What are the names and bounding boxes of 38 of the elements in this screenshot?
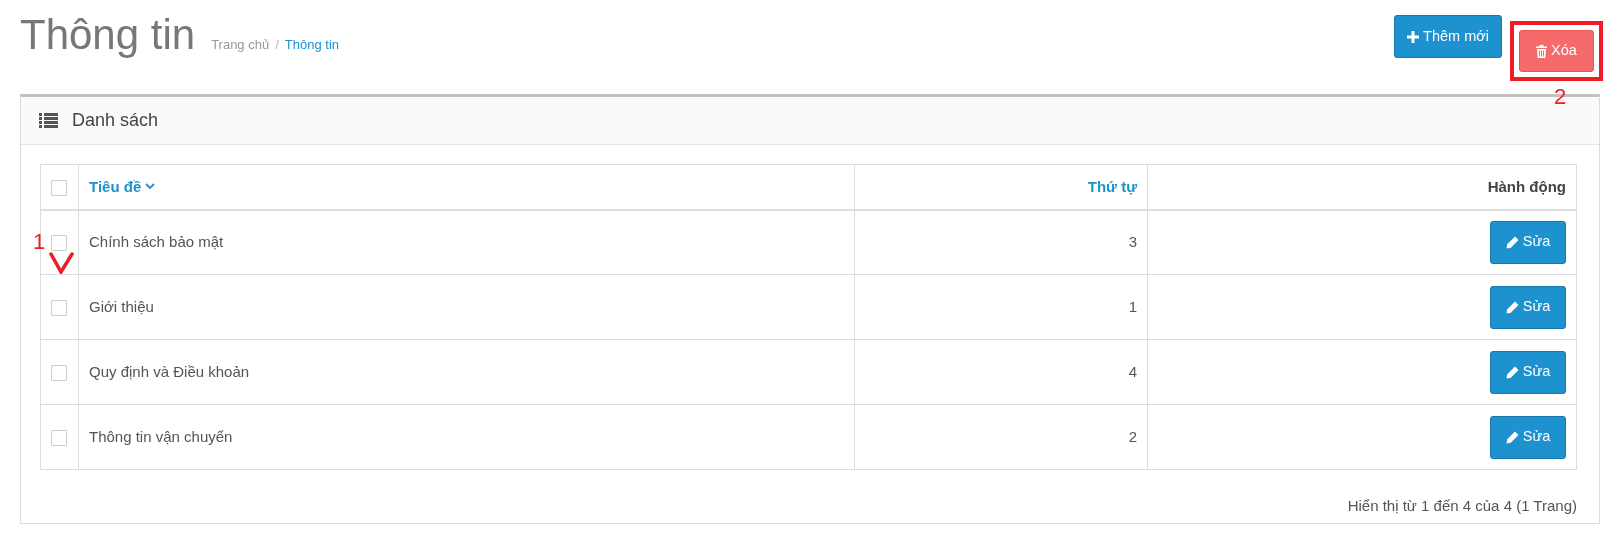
column-sort-link[interactable]: Tiêu đề [89,175,156,198]
edit-button[interactable]: Sửa [1490,220,1566,264]
row-title: Chính sách bảo mật [89,233,224,250]
breadcrumb-current: Thông tin [284,36,339,54]
annotation-number: 2 [1554,86,1567,108]
row-checkbox[interactable] [51,429,67,446]
list-icon [39,113,58,128]
row-checkbox[interactable] [51,364,67,381]
pagination-info: Hiển thị từ 1 đến 4 của 4 (1 Trang) [1347,497,1577,514]
edit-button[interactable]: Sửa [1490,285,1566,329]
pencil-icon [1505,365,1519,379]
column-sort-link[interactable]: Thứ tự [1087,175,1137,198]
row-order: 3 [1128,233,1137,250]
row-title: Giới thiệu [89,297,154,315]
annotation-number: 1 [33,230,46,253]
delete-button[interactable]: Xóa [1519,30,1594,72]
pencil-icon [1505,430,1519,444]
edit-button[interactable]: Sửa [1490,350,1566,394]
panel-title: Danh sách [72,109,159,132]
row-title: Thông tin vận chuyển [89,427,233,445]
select-all-checkbox[interactable] [51,179,67,196]
row-checkbox[interactable] [51,235,67,252]
pencil-icon [1505,300,1519,314]
column-header: Hành động [1487,177,1566,195]
row-order: 4 [1128,362,1137,380]
row-checkbox[interactable] [51,299,67,316]
page-title: Thông tin [20,14,196,56]
check-mark-annotation [49,251,75,274]
add-button[interactable]: Thêm mới [1394,15,1502,58]
row-title: Quy định và Điều khoản [89,362,250,380]
row-order: 2 [1128,427,1137,445]
row-order: 1 [1128,297,1137,315]
edit-button[interactable]: Sửa [1490,415,1566,459]
pencil-icon [1505,235,1519,249]
trash-icon [1536,44,1548,58]
plus-icon [1407,30,1420,43]
breadcrumb-link[interactable]: Trang chủ [211,35,270,55]
breadcrumb-separator: / [275,36,279,54]
